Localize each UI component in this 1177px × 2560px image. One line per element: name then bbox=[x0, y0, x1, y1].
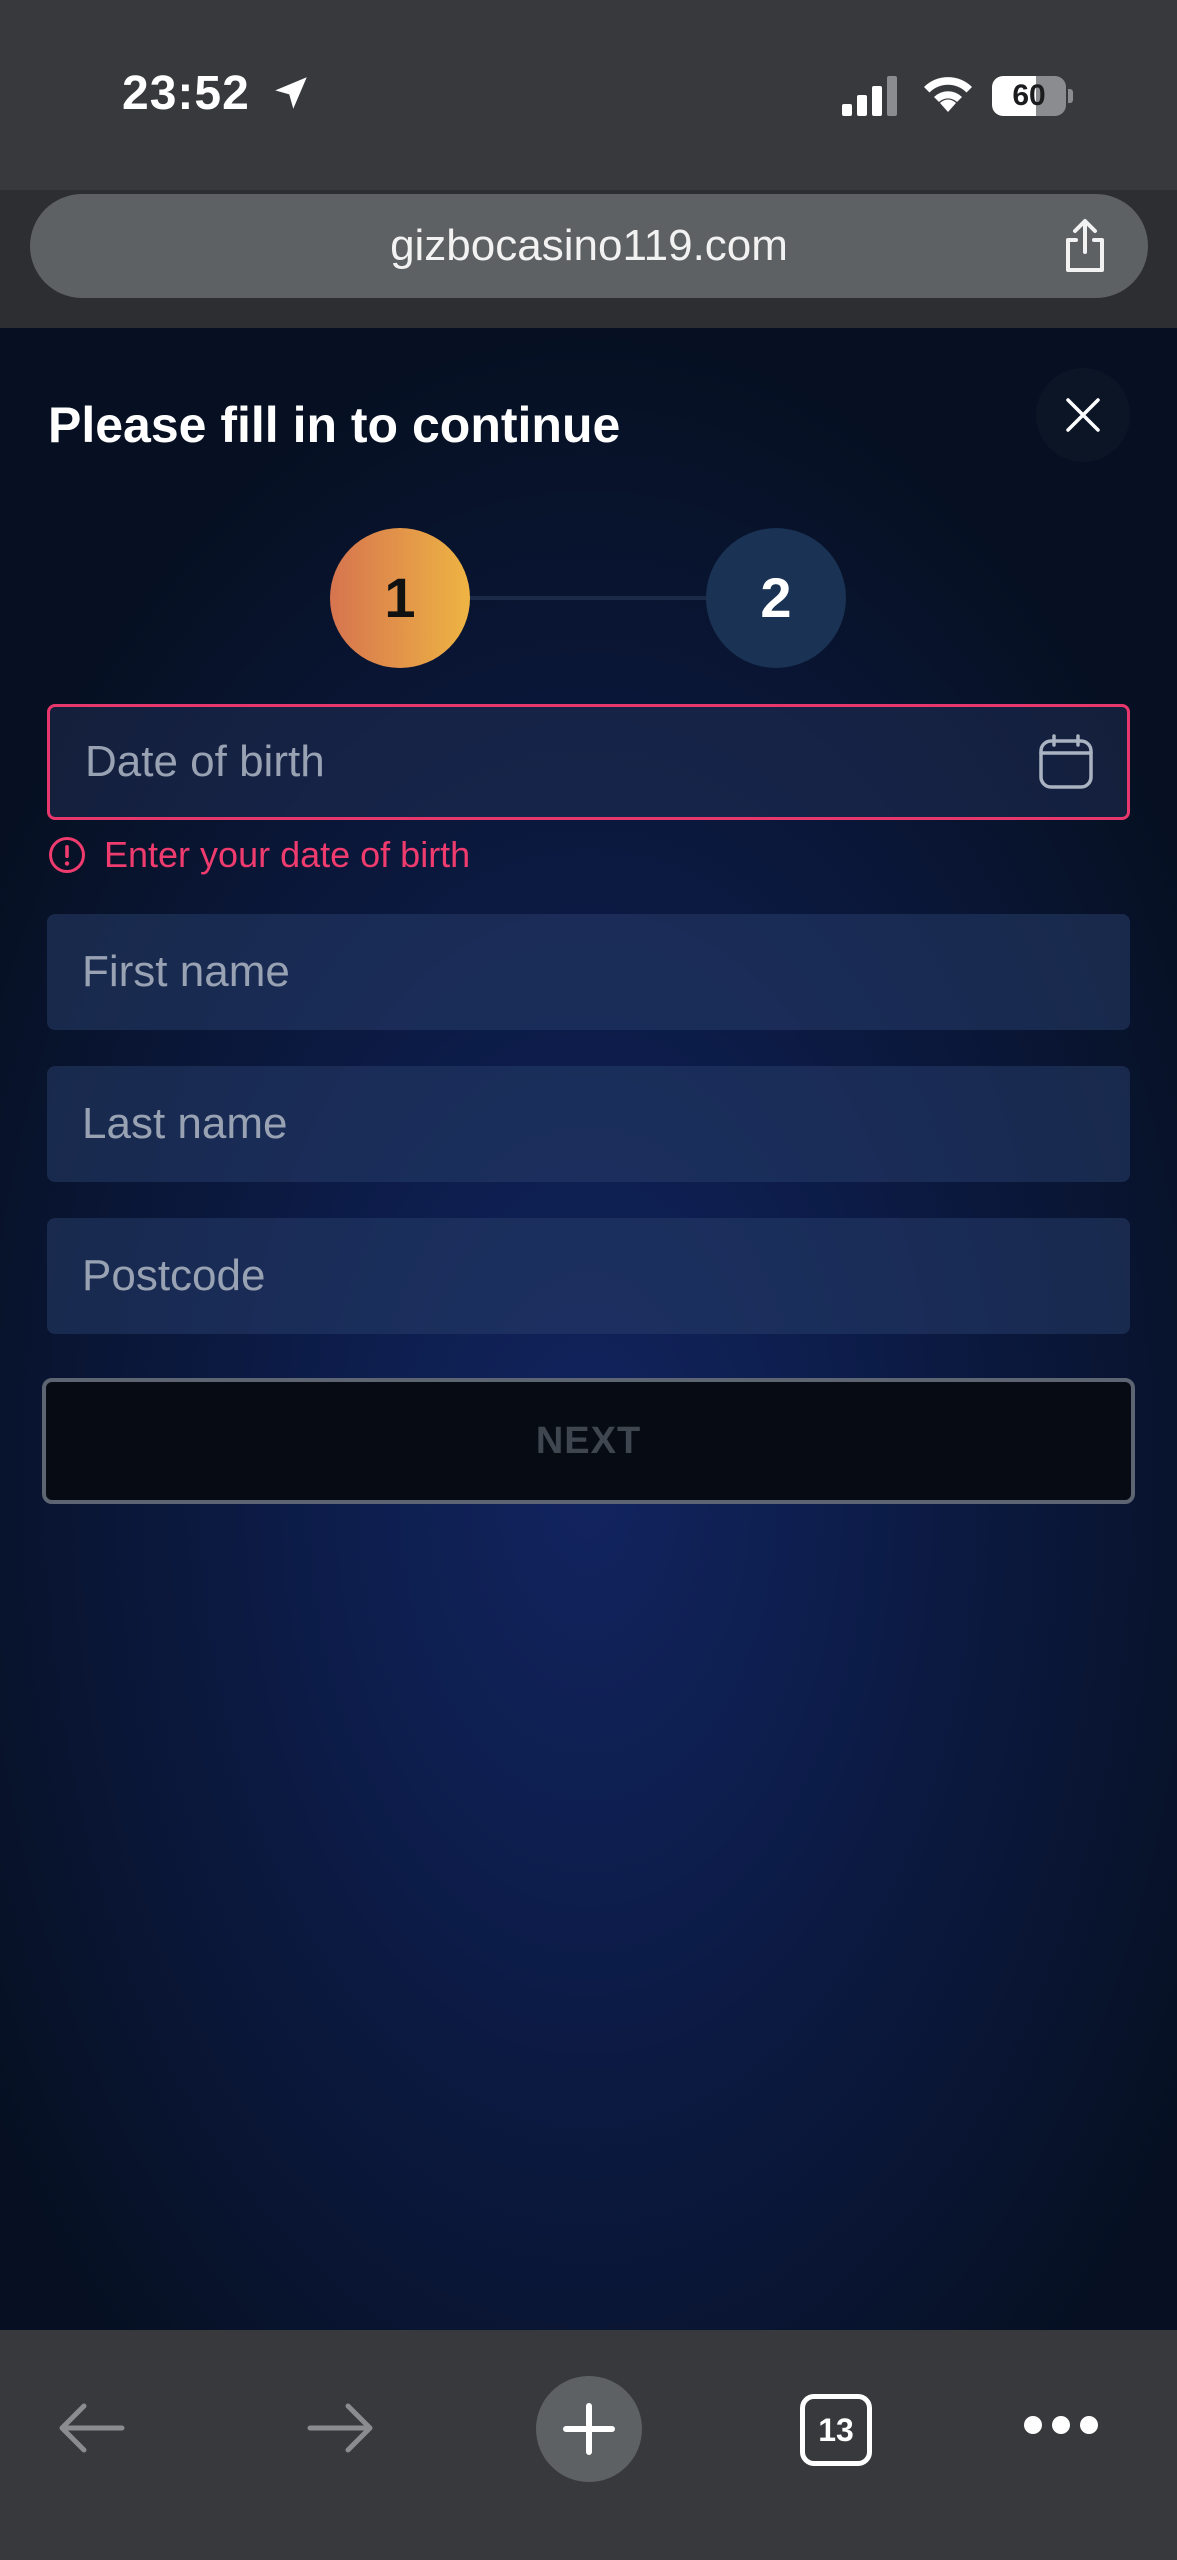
more-dot bbox=[1024, 2416, 1042, 2434]
first-name-input[interactable] bbox=[47, 914, 1130, 1030]
cellular-signal-icon bbox=[842, 76, 897, 116]
forward-arrow-icon[interactable] bbox=[304, 2400, 376, 2456]
calendar-icon[interactable] bbox=[1037, 733, 1095, 791]
url-text[interactable]: gizbocasino119.com bbox=[30, 194, 1148, 298]
step-connector bbox=[450, 596, 740, 600]
battery-level: 60 bbox=[1012, 79, 1046, 112]
browser-toolbar: 13 bbox=[0, 2330, 1177, 2560]
first-name-field[interactable] bbox=[47, 914, 1130, 1030]
date-of-birth-field[interactable] bbox=[47, 704, 1130, 820]
close-icon bbox=[1066, 398, 1100, 432]
back-arrow-icon[interactable] bbox=[56, 2400, 128, 2456]
plus-icon bbox=[563, 2403, 615, 2455]
status-time: 23:52 bbox=[122, 67, 250, 120]
error-message: Enter your date of birth bbox=[104, 834, 471, 875]
more-dot bbox=[1052, 2416, 1070, 2434]
address-bar[interactable]: gizbocasino119.com bbox=[30, 194, 1148, 298]
status-bar: 23:52 60 bbox=[0, 0, 1177, 190]
more-dot bbox=[1080, 2416, 1098, 2434]
battery-tip bbox=[1068, 89, 1073, 103]
battery-body: 60 bbox=[992, 76, 1066, 116]
step-2-indicator: 2 bbox=[706, 528, 846, 668]
share-icon[interactable] bbox=[1060, 218, 1110, 274]
postcode-field[interactable] bbox=[47, 1218, 1130, 1334]
registration-page: Please fill in to continue 1 2 Enter you… bbox=[0, 328, 1177, 2330]
tabs-button[interactable]: 13 bbox=[800, 2394, 872, 2466]
date-of-birth-input[interactable] bbox=[50, 707, 1127, 817]
wifi-icon bbox=[924, 77, 972, 112]
more-icon[interactable] bbox=[1024, 2414, 1098, 2438]
progress-stepper: 1 2 bbox=[330, 528, 846, 668]
close-button[interactable] bbox=[1036, 368, 1130, 462]
page-title: Please fill in to continue bbox=[48, 397, 621, 453]
new-tab-button[interactable] bbox=[536, 2376, 642, 2482]
postcode-input[interactable] bbox=[47, 1218, 1130, 1334]
last-name-input[interactable] bbox=[47, 1066, 1130, 1182]
step-1-indicator: 1 bbox=[330, 528, 470, 668]
error-icon bbox=[49, 837, 85, 873]
location-arrow-icon bbox=[275, 77, 307, 109]
battery-icon: 60 bbox=[992, 76, 1073, 116]
last-name-field[interactable] bbox=[47, 1066, 1130, 1182]
next-button[interactable]: NEXT bbox=[42, 1378, 1135, 1504]
